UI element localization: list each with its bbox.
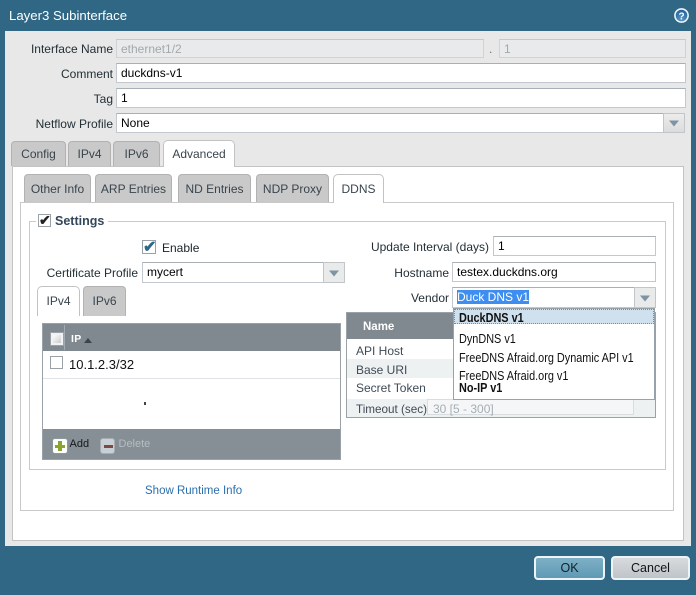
svg-text:?: ?	[678, 11, 684, 22]
